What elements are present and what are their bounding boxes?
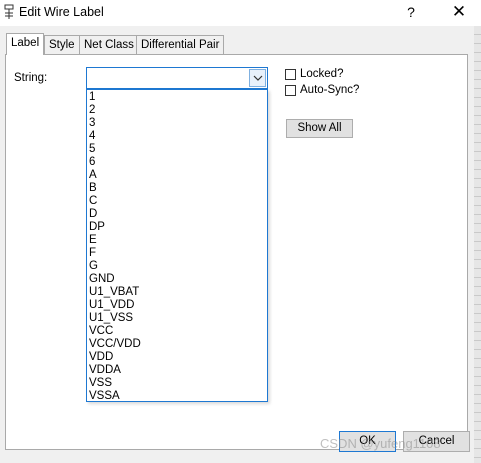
dropdown-option[interactable]: B — [87, 182, 267, 195]
cancel-button[interactable]: Cancel — [403, 431, 470, 452]
string-combobox[interactable] — [86, 67, 268, 89]
app-icon — [4, 4, 14, 19]
tab-label[interactable]: Label — [6, 33, 45, 55]
close-button[interactable]: ✕ — [444, 0, 474, 24]
dropdown-option[interactable]: 6 — [87, 156, 267, 169]
dropdown-option[interactable]: GND — [87, 273, 267, 286]
title-bar: Edit Wire Label ? ✕ — [0, 0, 481, 26]
dropdown-option[interactable]: 5 — [87, 143, 267, 156]
autosync-checkbox[interactable] — [285, 85, 296, 96]
dropdown-option[interactable]: 4 — [87, 130, 267, 143]
dropdown-option[interactable]: C — [87, 195, 267, 208]
tab-net-class[interactable]: Net Class — [79, 35, 139, 54]
dropdown-option[interactable]: VDD — [87, 351, 267, 364]
tab-differential-pair[interactable]: Differential Pair — [136, 35, 225, 54]
dropdown-option[interactable]: VDDA — [87, 364, 267, 377]
dropdown-option[interactable]: VCC/VDD — [87, 338, 267, 351]
dropdown-option[interactable]: VCC — [87, 325, 267, 338]
dropdown-option[interactable]: 3 — [87, 117, 267, 130]
dropdown-option[interactable]: DP — [87, 221, 267, 234]
dropdown-option[interactable]: 1 — [87, 91, 267, 104]
help-button[interactable]: ? — [400, 0, 422, 24]
string-label: String: — [14, 72, 48, 84]
dropdown-option[interactable]: D — [87, 208, 267, 221]
dropdown-option[interactable]: E — [87, 234, 267, 247]
dropdown-option[interactable]: VSS — [87, 377, 267, 390]
background-window-edge — [474, 26, 481, 463]
dropdown-option[interactable]: F — [87, 247, 267, 260]
autosync-label[interactable]: Auto-Sync? — [300, 84, 359, 96]
dropdown-option[interactable]: U1_VSS — [87, 312, 267, 325]
locked-checkbox[interactable] — [285, 69, 296, 80]
dropdown-option[interactable]: A — [87, 169, 267, 182]
chevron-down-icon — [253, 75, 263, 81]
string-dropdown-list[interactable]: 1 2 3 4 5 6 A B C D DP E F G GND U1_VBAT U1_VDD U1_VSS VCC… — [86, 89, 268, 402]
dropdown-button[interactable] — [249, 69, 266, 87]
dropdown-option[interactable]: G — [87, 260, 267, 273]
dialog-body: Label Style Net Class Differential Pair … — [0, 26, 474, 463]
ok-button[interactable]: OK — [339, 431, 396, 452]
show-all-button[interactable]: Show All — [286, 119, 353, 138]
dropdown-option[interactable]: U1_VDD — [87, 299, 267, 312]
dropdown-option[interactable]: 2 — [87, 104, 267, 117]
locked-label[interactable]: Locked? — [300, 68, 343, 80]
dropdown-option[interactable]: VSSA — [87, 390, 267, 401]
option-list: 1 2 3 4 5 6 A B C D DP E F G GND U1_VBAT U1_VDD U1_VSS VCC… — [87, 91, 267, 401]
window-title: Edit Wire Label — [19, 5, 104, 19]
dropdown-option[interactable]: U1_VBAT — [87, 286, 267, 299]
tab-style[interactable]: Style — [44, 35, 80, 54]
